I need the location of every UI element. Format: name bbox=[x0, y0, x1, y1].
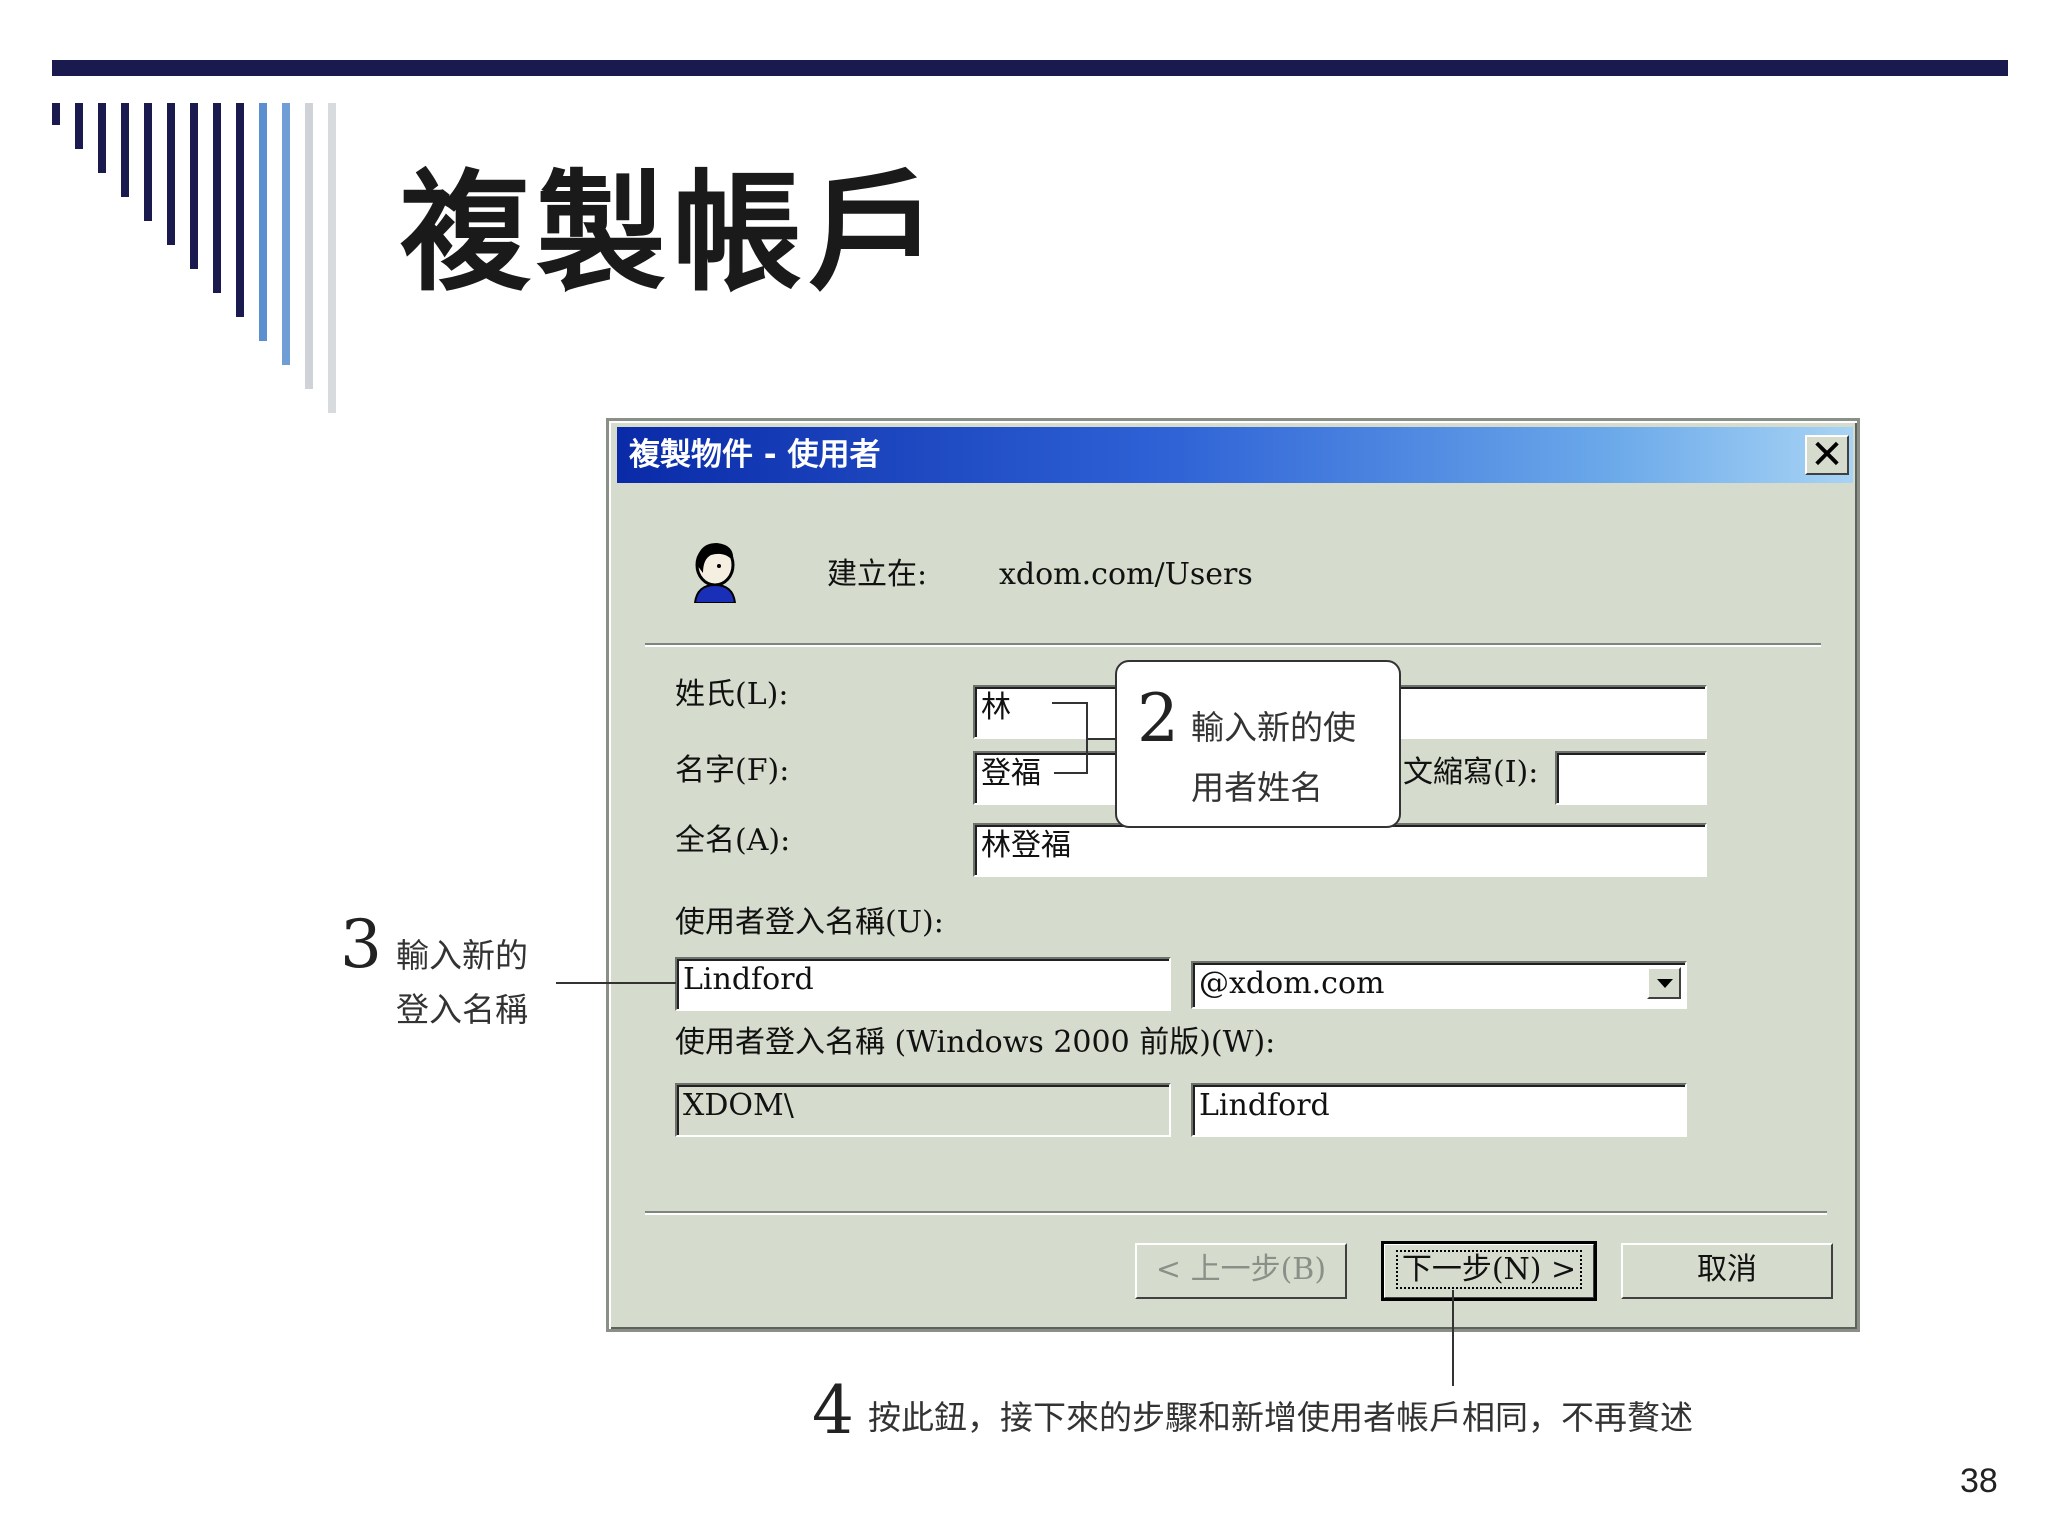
pre2000-name-field[interactable]: Lindford bbox=[1191, 1083, 1687, 1137]
user-icon bbox=[689, 539, 741, 604]
callout-3-line1: 輸入新的 bbox=[396, 936, 528, 975]
full-name-label: 全名(A): bbox=[675, 823, 791, 858]
domain-suffix-select[interactable]: @xdom.com bbox=[1191, 961, 1687, 1009]
copy-user-dialog: 複製物件 - 使用者 ✕ 建立在: xdom.com/Users 姓氏(L): … bbox=[606, 418, 1860, 1332]
first-name-field[interactable]: 登福 bbox=[973, 751, 1133, 805]
next-button-label: 下一步(N) > bbox=[1395, 1250, 1583, 1289]
domain-suffix-value: @xdom.com bbox=[1199, 966, 1385, 1001]
divider-bottom bbox=[645, 1211, 1827, 1215]
initials-label: 文縮寫(I): bbox=[1403, 755, 1539, 790]
chevron-down-icon[interactable] bbox=[1647, 967, 1681, 999]
back-button[interactable]: < 上一步(B) bbox=[1135, 1243, 1347, 1299]
callout3-connector bbox=[556, 982, 676, 984]
created-in-value: xdom.com/Users bbox=[999, 557, 1253, 592]
dialog-title: 複製物件 - 使用者 bbox=[629, 437, 881, 473]
slide-title: 複製帳戶 bbox=[400, 157, 945, 309]
next-button[interactable]: 下一步(N) > bbox=[1381, 1241, 1597, 1301]
top-rule bbox=[52, 60, 2008, 76]
callout-3-line2: 登入名稱 bbox=[396, 990, 528, 1029]
last-name-label: 姓氏(L): bbox=[675, 677, 789, 712]
logon-name-field[interactable]: Lindford bbox=[675, 957, 1171, 1011]
first-name-label: 名字(F): bbox=[675, 753, 790, 788]
cancel-button[interactable]: 取消 bbox=[1621, 1243, 1833, 1299]
callout-3-number: 3 bbox=[340, 906, 382, 983]
divider-top bbox=[645, 643, 1821, 647]
logon-name-label: 使用者登入名稱(U): bbox=[675, 905, 944, 940]
callout-2-line1: 輸入新的使 bbox=[1191, 708, 1356, 747]
full-name-field[interactable]: 林登福 bbox=[973, 823, 1707, 877]
page-number: 38 bbox=[1960, 1462, 1998, 1500]
initials-field[interactable] bbox=[1555, 751, 1707, 805]
close-button[interactable]: ✕ bbox=[1805, 435, 1849, 475]
callout-2: 2 輸入新的使 用者姓名 bbox=[1115, 660, 1401, 828]
pre2000-domain-field: XDOM\ bbox=[675, 1083, 1171, 1137]
close-icon: ✕ bbox=[1810, 432, 1844, 478]
callout-4-number: 4 bbox=[812, 1372, 854, 1449]
decorative-stripes bbox=[52, 0, 342, 420]
created-in-label: 建立在: bbox=[827, 557, 928, 592]
dialog-title-bar[interactable]: 複製物件 - 使用者 ✕ bbox=[617, 427, 1853, 483]
callout-2-number: 2 bbox=[1137, 680, 1179, 757]
callout2-bracket-bottom bbox=[1054, 772, 1088, 774]
callout-2-line2: 用者姓名 bbox=[1191, 768, 1323, 807]
callout2-connector bbox=[1088, 738, 1116, 740]
callout2-bracket-top bbox=[1052, 702, 1088, 704]
callout-4-text: 按此鈕，接下來的步驟和新增使用者帳戶相同，不再贅述 bbox=[868, 1398, 1693, 1437]
callout4-connector bbox=[1452, 1290, 1454, 1386]
pre2000-label: 使用者登入名稱 (Windows 2000 前版)(W): bbox=[675, 1025, 1276, 1060]
